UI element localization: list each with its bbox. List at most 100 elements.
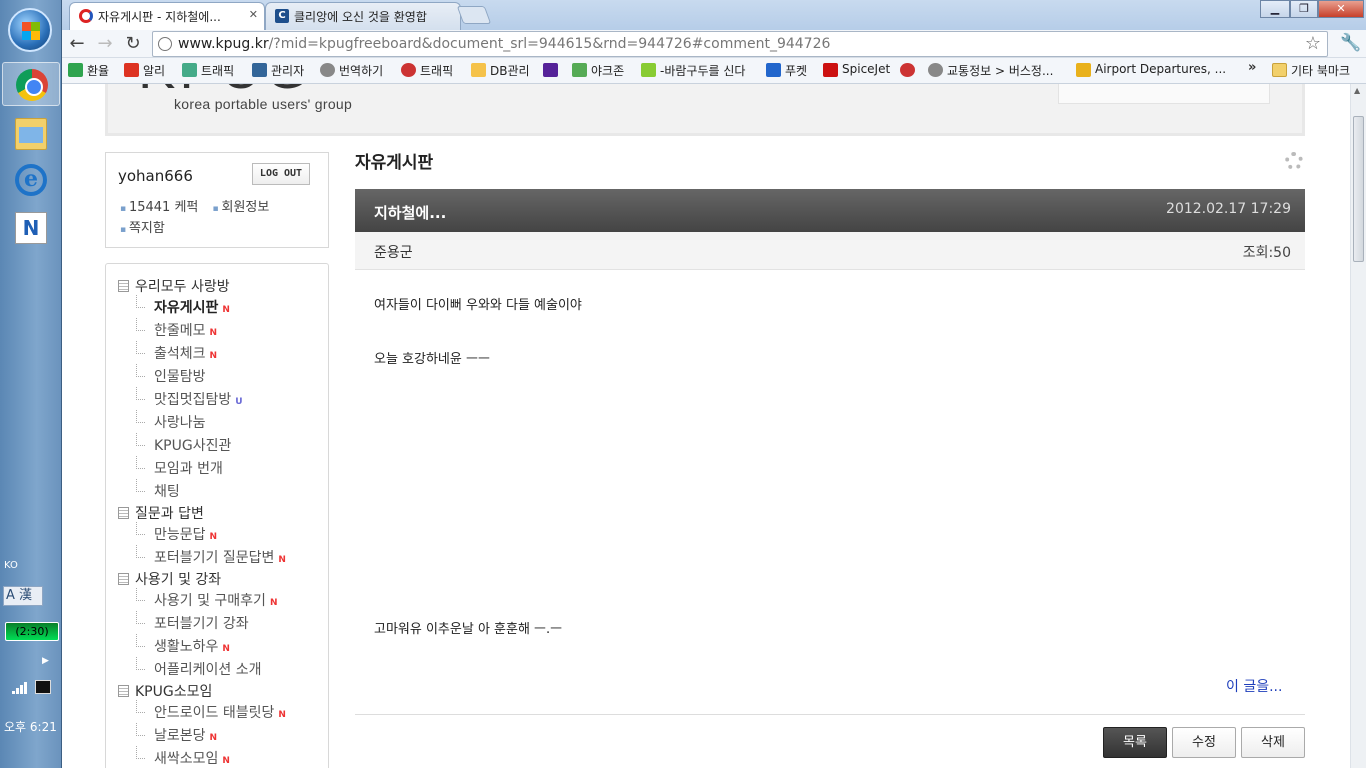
taskbar-explorer[interactable] bbox=[2, 112, 60, 156]
new-badge: N bbox=[222, 305, 230, 315]
bookmark-item[interactable]: 푸켓 bbox=[766, 62, 807, 79]
bookmark-item[interactable]: 환율 bbox=[68, 62, 109, 79]
menu-group-title[interactable]: 우리모두 사랑방 bbox=[118, 276, 230, 296]
menu-item[interactable]: 포터블기기 질문답변 N bbox=[136, 545, 286, 567]
updated-badge: U bbox=[235, 397, 243, 407]
logout-button[interactable]: LOG OUT bbox=[252, 163, 310, 185]
minimize-button[interactable]: ▁ bbox=[1260, 0, 1290, 18]
bookmark-item[interactable]: 교통정보 > 버스정... bbox=[928, 62, 1053, 79]
list-button[interactable]: 목록 bbox=[1103, 727, 1167, 758]
bookmark-icon bbox=[252, 63, 267, 77]
bookmark-item[interactable]: Airport Departures, ... bbox=[1076, 62, 1226, 77]
bookmark-item[interactable]: 알리 bbox=[124, 62, 165, 79]
start-button[interactable] bbox=[8, 8, 52, 52]
wrench-menu-icon[interactable]: 🔧 bbox=[1340, 33, 1361, 53]
post-more-link[interactable]: 이 글을... bbox=[1226, 676, 1282, 696]
menu-group-title[interactable]: KPUG소모임 bbox=[118, 681, 212, 701]
menu-item[interactable]: 만능문답 N bbox=[135, 522, 217, 544]
menu-item[interactable]: 새싹소모임 N bbox=[136, 746, 230, 768]
new-badge: N bbox=[209, 328, 218, 338]
points-link[interactable]: 15441 케퍽 bbox=[120, 200, 198, 215]
bookmark-item[interactable]: 트래픽 bbox=[182, 62, 234, 79]
post-header: 지하철에... 2012.02.17 17:29 bbox=[355, 189, 1305, 232]
list-icon bbox=[118, 280, 129, 292]
menu-item[interactable]: 맛집멋집탐방 U bbox=[136, 387, 243, 409]
folder-icon bbox=[1272, 63, 1287, 77]
monitor-icon[interactable] bbox=[35, 680, 51, 694]
sidebar-menu: 우리모두 사랑방 자유게시판 N 한줄메모 N 출석체크 N 인물탐방 맛집멋집탐방 U… bbox=[105, 263, 329, 768]
messages-link[interactable]: 쪽지함 bbox=[120, 221, 165, 236]
post-body-line: 여자들이 다이뻐 우와와 다들 예술이야 bbox=[374, 298, 582, 313]
other-bookmarks[interactable]: 기타 북마크 bbox=[1272, 62, 1350, 79]
list-icon bbox=[118, 685, 129, 697]
bookmark-item[interactable]: 트래픽 bbox=[401, 62, 453, 79]
taskbar-naver[interactable]: N bbox=[2, 206, 60, 250]
system-clock[interactable]: 오후 6:21 bbox=[4, 718, 57, 735]
menu-item[interactable]: 채팅 bbox=[136, 479, 180, 501]
header-search-input[interactable] bbox=[1058, 84, 1270, 104]
taskbar-chrome[interactable] bbox=[2, 62, 60, 106]
scroll-up-icon[interactable]: ▲ bbox=[1354, 86, 1360, 95]
bookmark-item[interactable]: 번역하기 bbox=[320, 62, 383, 79]
address-url[interactable]: www.kpug.kr/?mid=kpugfreeboard&document_… bbox=[178, 36, 830, 52]
menu-item[interactable]: 인물탐방 bbox=[136, 364, 206, 386]
menu-group-title[interactable]: 사용기 및 강좌 bbox=[118, 569, 221, 589]
menu-item-free-board[interactable]: 자유게시판 N bbox=[136, 295, 230, 317]
post-meta: 준용군 조회:50 bbox=[355, 232, 1305, 270]
forward-button[interactable]: → bbox=[94, 33, 116, 55]
menu-item[interactable]: 포터블기기 강좌 bbox=[136, 611, 249, 633]
tab-close-icon[interactable]: ✕ bbox=[249, 8, 258, 21]
bookmark-item[interactable]: 관리자 bbox=[252, 62, 304, 79]
maximize-button[interactable]: ❐ bbox=[1290, 0, 1318, 18]
network-signal-icon[interactable] bbox=[12, 682, 28, 694]
menu-item[interactable]: 출석체크 N bbox=[135, 341, 218, 363]
reload-button[interactable]: ↻ bbox=[122, 33, 144, 55]
board-title[interactable]: 자유게시판 bbox=[355, 148, 433, 173]
member-info-link[interactable]: 회원정보 bbox=[213, 200, 270, 215]
navigation-toolbar: ← → ↻ www.kpug.kr/?mid=kpugfreeboard&doc… bbox=[62, 30, 1366, 58]
bookmark-item[interactable]: SpiceJet bbox=[823, 62, 890, 77]
menu-group-title[interactable]: 질문과 답변 bbox=[118, 503, 204, 523]
menu-item[interactable]: 사랑나눔 bbox=[136, 410, 206, 432]
tray-expand-icon[interactable]: ▶ bbox=[42, 656, 49, 666]
bookmark-icon bbox=[641, 63, 656, 77]
bookmarks-bar: 환율 알리 트래픽 관리자 번역하기 트래픽 DB관리 야크존 -바람구두를 신… bbox=[62, 58, 1366, 84]
tab-clien[interactable]: C 클리앙에 오신 것을 환영합 bbox=[265, 2, 461, 30]
bookmark-item[interactable]: 야크존 bbox=[572, 62, 624, 79]
delete-button[interactable]: 삭제 bbox=[1241, 727, 1305, 758]
internet-explorer-icon: e bbox=[15, 164, 47, 196]
scrollbar-thumb[interactable] bbox=[1353, 116, 1364, 262]
menu-item[interactable]: 어플리케이션 소개 bbox=[136, 657, 262, 679]
vertical-scrollbar[interactable]: ▲ bbox=[1350, 84, 1366, 768]
menu-item[interactable]: 생활노하우 N bbox=[136, 634, 230, 656]
menu-item[interactable]: 안드로이드 태블릿당 N bbox=[136, 700, 286, 722]
menu-item[interactable]: 한줄메모 N bbox=[135, 318, 218, 340]
menu-item[interactable]: 날로본당 N bbox=[135, 723, 217, 745]
menu-item[interactable]: 사용기 및 구매후기 N bbox=[136, 588, 278, 610]
bookmark-icon bbox=[543, 63, 558, 77]
gear-icon[interactable] bbox=[1285, 152, 1303, 170]
menu-item[interactable]: 모임과 번개 bbox=[136, 456, 223, 478]
language-indicator[interactable]: KO bbox=[4, 560, 18, 571]
post-body-line: 고마워유 이추운날 아 훈훈해 ㅡ.ㅡ bbox=[374, 622, 563, 637]
taskbar-internet-explorer[interactable]: e bbox=[2, 158, 60, 202]
new-badge: N bbox=[209, 351, 218, 361]
post-author[interactable]: 준용군 bbox=[374, 242, 413, 262]
address-bar[interactable]: www.kpug.kr/?mid=kpugfreeboard&document_… bbox=[152, 31, 1328, 57]
list-icon bbox=[118, 573, 129, 585]
tab-active[interactable]: 자유게시판 - 지하철에... ✕ bbox=[69, 2, 265, 30]
bookmark-item[interactable]: -바람구두를 신다 bbox=[641, 62, 745, 79]
ime-indicator[interactable]: A 漢 bbox=[3, 586, 43, 606]
bookmark-item[interactable]: DB관리 bbox=[471, 62, 530, 79]
menu-item[interactable]: KPUG사진관 bbox=[135, 433, 231, 455]
bookmark-icon bbox=[900, 63, 915, 77]
new-tab-button[interactable] bbox=[456, 6, 492, 24]
tab-title: 클리앙에 오신 것을 환영합 bbox=[294, 10, 427, 24]
bookmark-star-icon[interactable]: ☆ bbox=[1305, 33, 1321, 54]
back-button[interactable]: ← bbox=[66, 33, 88, 55]
site-tagline: korea portable users' group bbox=[174, 96, 353, 112]
battery-indicator[interactable]: (2:30) bbox=[5, 622, 59, 641]
close-window-button[interactable]: ✕ bbox=[1318, 0, 1364, 18]
bookmarks-more-button[interactable]: » bbox=[1248, 60, 1256, 75]
edit-button[interactable]: 수정 bbox=[1172, 727, 1236, 758]
